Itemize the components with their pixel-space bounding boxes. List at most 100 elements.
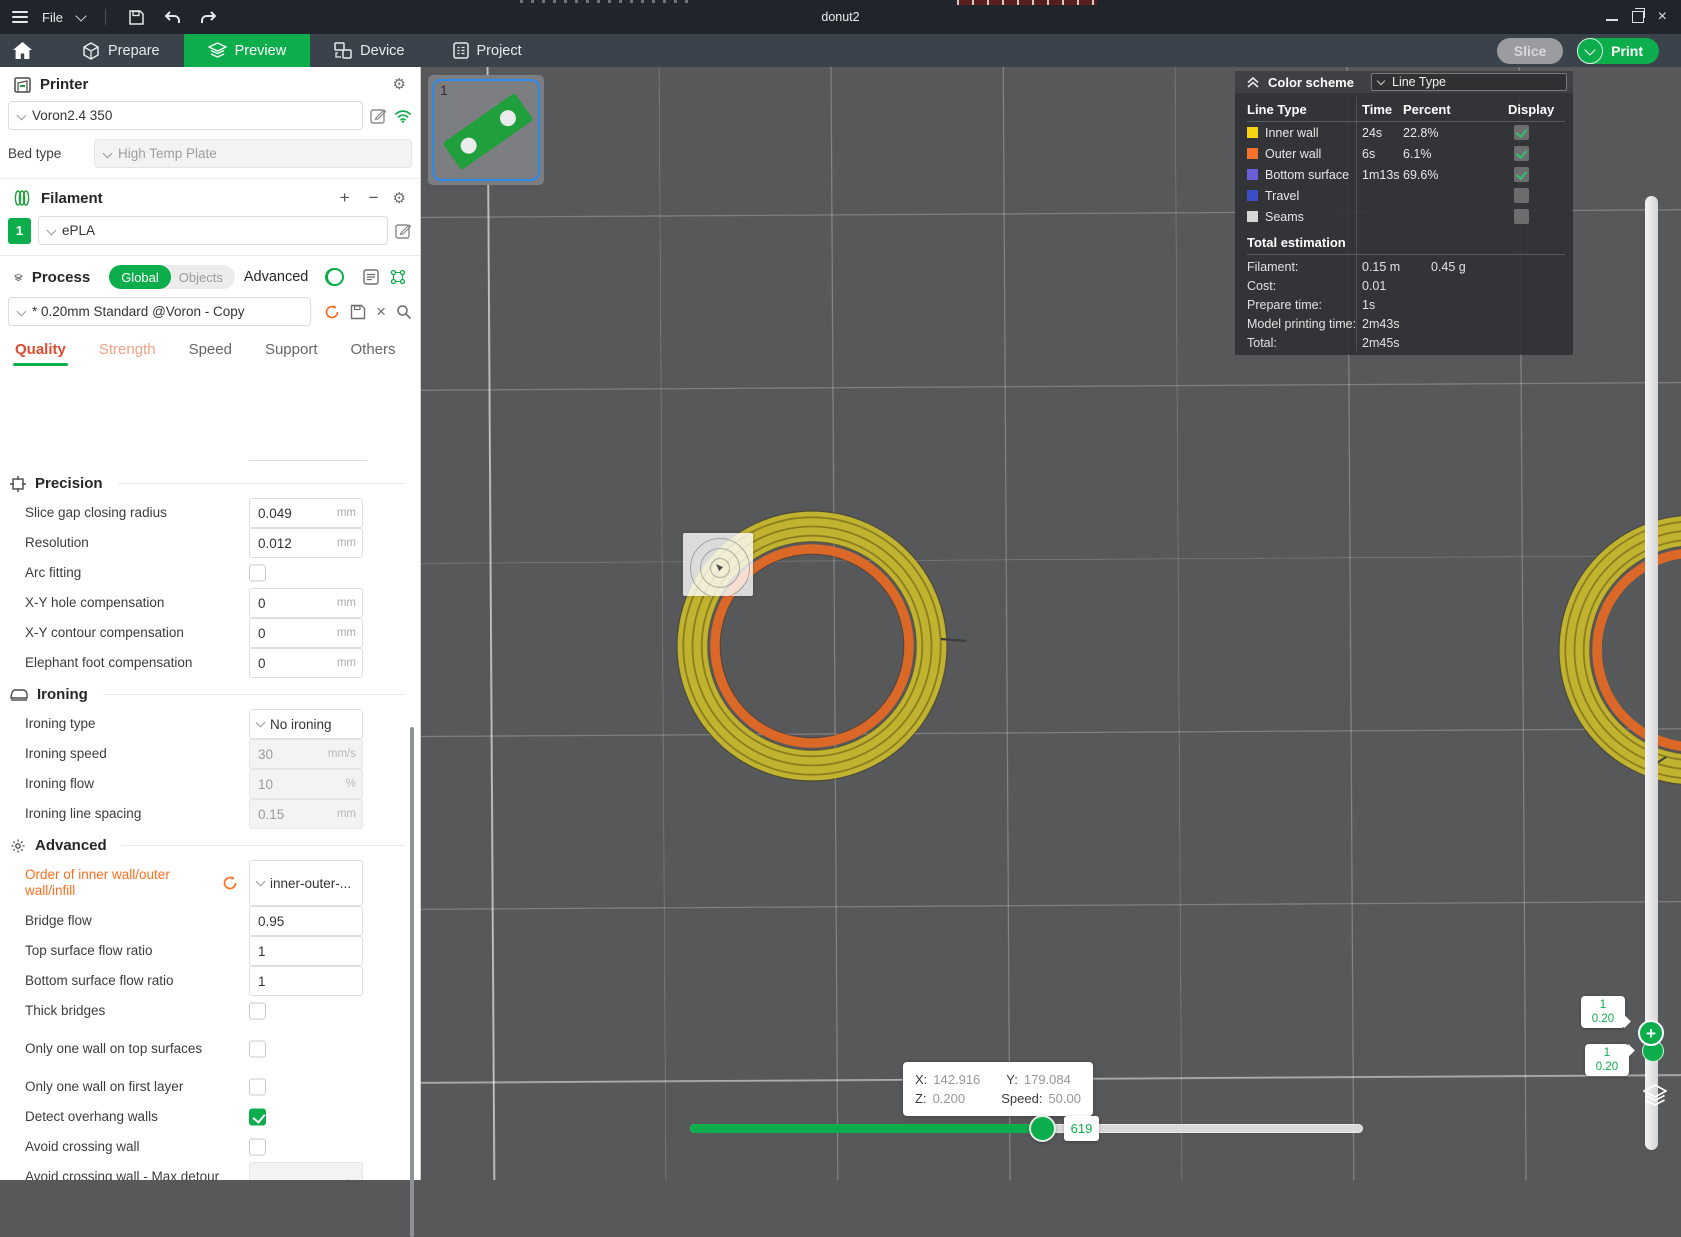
estimation-row: Total:2m45s (1247, 333, 1565, 352)
move-slider-track[interactable] (690, 1124, 1363, 1133)
legend-label: Bottom surface (1265, 168, 1362, 182)
process-tab-support[interactable]: Support (265, 341, 318, 366)
process-tab-strength[interactable]: Strength (99, 341, 156, 366)
setting-label: X-Y contour compensation (25, 625, 223, 641)
plate-thumbnail[interactable]: 1 (428, 75, 544, 185)
legend-time: 1m13s (1362, 168, 1403, 182)
process-section-header: Process Global Objects Advanced (0, 256, 420, 293)
filament-slot-badge[interactable]: 1 (8, 218, 31, 244)
setting-checkbox[interactable] (249, 1139, 266, 1156)
setting-input[interactable]: 1 (249, 936, 363, 966)
process-tab-quality[interactable]: Quality (15, 341, 66, 366)
setting-row: Ironing line spacing0.15mm (0, 799, 419, 829)
chevron-down-icon (256, 718, 266, 728)
home-button[interactable] (0, 34, 44, 67)
tab-prepare[interactable]: Prepare (58, 34, 184, 67)
tab-project[interactable]: Project (429, 34, 546, 67)
setting-checkbox[interactable] (249, 1079, 266, 1096)
advanced-toggle[interactable] (325, 268, 344, 286)
tab-preview[interactable]: Preview (184, 34, 311, 67)
process-tab-others[interactable]: Others (351, 341, 396, 366)
parameter-table-icon[interactable] (390, 269, 406, 285)
tab-device[interactable]: Device (310, 34, 428, 67)
setting-checkbox[interactable] (249, 1041, 266, 1058)
process-preset-select[interactable]: * 0.20mm Standard @Voron - Copy (8, 297, 311, 326)
setting-select[interactable]: inner-outer-... (249, 860, 363, 906)
printer-preset-select[interactable]: Voron2.4 350 (8, 101, 363, 130)
estimation-value: 0.15 m (1362, 260, 1431, 274)
main-nav-bar: Prepare Preview Device Project Slice Pri… (0, 34, 1681, 67)
parameter-list-icon[interactable] (363, 269, 379, 285)
settings-scrollbar[interactable] (410, 727, 414, 1237)
setting-input[interactable]: 0.95 (249, 906, 363, 936)
printer-settings-gear-icon[interactable]: ⚙ (393, 77, 406, 92)
color-scheme-mode-select[interactable]: Line Type (1371, 73, 1567, 91)
filament-edit-button[interactable] (395, 222, 412, 239)
search-preset-icon[interactable] (396, 304, 412, 320)
setting-checkbox[interactable] (249, 565, 266, 582)
filament-preset-select[interactable]: ePLA (38, 216, 388, 245)
estimation-value: 1s (1362, 298, 1431, 312)
printer-edit-button[interactable] (370, 107, 387, 124)
setting-input[interactable]: 0.012mm (249, 528, 363, 558)
setting-row: Elephant foot compensation0mm (0, 648, 419, 678)
close-button[interactable]: × (1658, 10, 1667, 24)
reset-preset-icon[interactable] (324, 304, 340, 320)
legend-display-checkbox[interactable] (1514, 146, 1529, 161)
legend-color-swatch (1247, 211, 1258, 222)
scope-global[interactable]: Global (109, 265, 171, 289)
setting-select[interactable]: No ironing (249, 709, 363, 739)
setting-input: 0.15mm (249, 799, 363, 829)
setting-label: X-Y hole compensation (25, 595, 223, 611)
bed-type-select[interactable]: High Temp Plate (94, 139, 412, 168)
reset-setting-icon[interactable] (222, 875, 238, 891)
preview-3d-viewport[interactable]: 1 Color scheme Line Type Line Type Time … (421, 67, 1681, 1180)
save-button[interactable] (126, 6, 148, 28)
filament-settings-gear-icon[interactable]: ⚙ (393, 191, 406, 206)
process-scope-toggle[interactable]: Global Objects (109, 265, 235, 289)
setting-input[interactable]: 0mm (249, 588, 363, 618)
legend-display-checkbox[interactable] (1514, 209, 1529, 224)
layer-slider-track[interactable] (1645, 196, 1658, 1150)
layers-view-icon[interactable] (1642, 1084, 1668, 1108)
setting-label: Only one wall on first layer (25, 1079, 223, 1095)
print-options-chevron-icon[interactable] (1577, 38, 1603, 64)
scope-objects[interactable]: Objects (171, 270, 235, 285)
move-slider-fill (690, 1124, 1043, 1133)
setting-label: Ironing speed (25, 746, 223, 762)
setting-input[interactable]: 0.049mm (249, 498, 363, 528)
setting-checkbox[interactable] (249, 1003, 266, 1020)
print-button-group[interactable]: Print (1577, 38, 1659, 64)
setting-checkbox[interactable] (249, 1109, 266, 1126)
move-slider-handle[interactable] (1029, 1115, 1056, 1142)
estimation-label: Model printing time: (1247, 317, 1362, 331)
maximize-button[interactable] (1632, 11, 1644, 23)
redo-button[interactable] (198, 6, 220, 28)
setting-input[interactable]: 0mm (249, 648, 363, 678)
file-menu[interactable]: File (42, 10, 63, 25)
setting-label: Avoid crossing wall - Max detour length (25, 1169, 223, 1180)
printer-wifi-icon[interactable] (394, 109, 412, 123)
remove-filament-button[interactable]: − (364, 188, 384, 208)
slice-button[interactable]: Slice (1497, 38, 1563, 64)
delete-preset-icon[interactable]: × (376, 303, 386, 320)
setting-input[interactable]: 1 (249, 966, 363, 996)
print-button[interactable]: Print (1603, 43, 1659, 59)
color-scheme-header: Color scheme Line Type (1235, 71, 1573, 93)
save-preset-icon[interactable] (350, 304, 366, 320)
setting-input[interactable]: 0mm (249, 618, 363, 648)
undo-button[interactable] (162, 6, 184, 28)
estimation-value-2: 0.45 g (1431, 260, 1466, 274)
legend-display-checkbox[interactable] (1514, 125, 1529, 140)
collapse-panel-icon[interactable] (1247, 77, 1259, 88)
screen-artifact (957, 0, 1097, 5)
legend-row: Travel (1247, 185, 1565, 206)
add-filament-button[interactable]: + (335, 188, 355, 208)
process-tab-speed[interactable]: Speed (189, 341, 232, 366)
hamburger-menu-icon[interactable] (12, 11, 28, 23)
legend-display-checkbox[interactable] (1514, 188, 1529, 203)
layer-slider-upper-handle[interactable]: + (1638, 1020, 1664, 1046)
legend-display-checkbox[interactable] (1514, 167, 1529, 182)
minimize-button[interactable] (1606, 19, 1618, 21)
file-menu-chevron-icon[interactable] (75, 10, 86, 21)
